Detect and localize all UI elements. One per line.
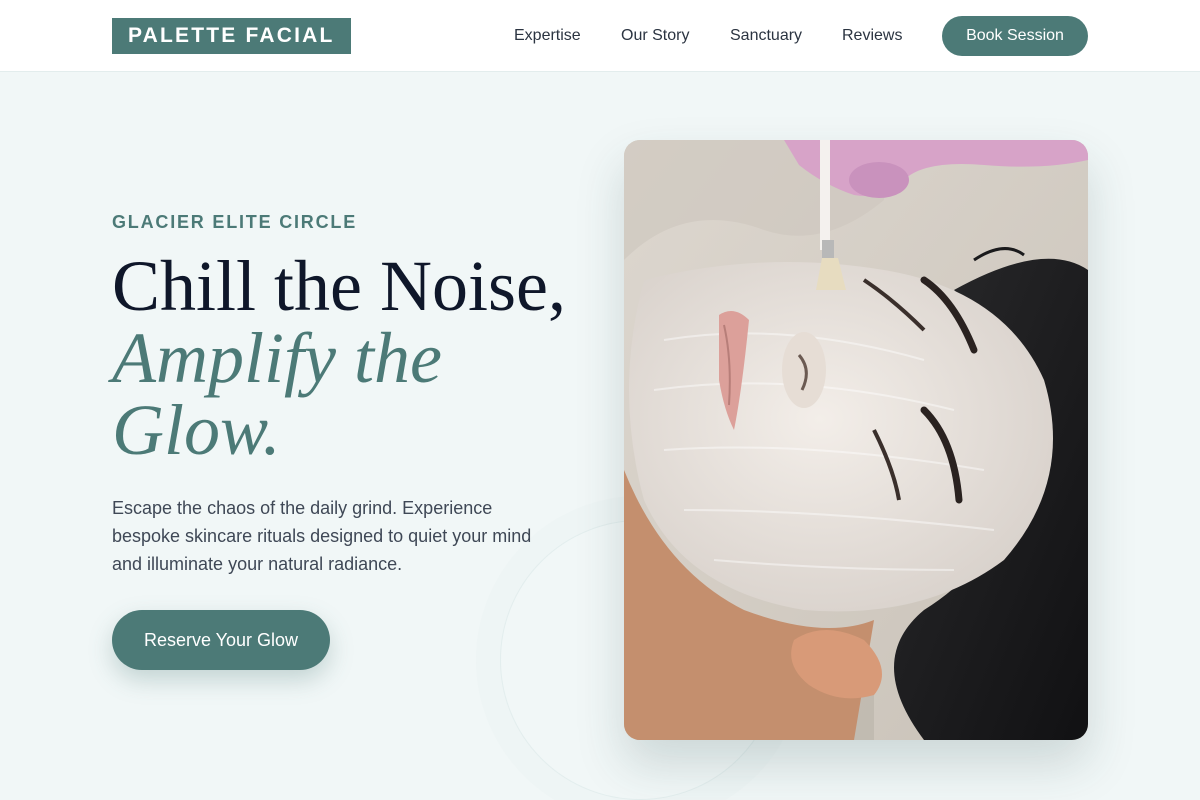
hero-headline: Chill the Noise, Amplify the Glow.	[112, 250, 612, 466]
nav-link-sanctuary[interactable]: Sanctuary	[730, 24, 802, 48]
brand-logo[interactable]: PALETTE FACIAL	[112, 18, 351, 54]
site-header: PALETTE FACIAL Expertise Our Story Sanct…	[0, 0, 1200, 72]
reserve-glow-button[interactable]: Reserve Your Glow	[112, 610, 330, 670]
book-session-button[interactable]: Book Session	[942, 16, 1088, 56]
hero-headline-accent: Amplify the Glow.	[112, 318, 442, 470]
hero-eyebrow: GLACIER ELITE CIRCLE	[112, 212, 358, 232]
nav-link-reviews[interactable]: Reviews	[842, 24, 902, 48]
hero-photo	[624, 140, 1088, 740]
facial-treatment-image	[624, 140, 1088, 740]
hero-description: Escape the chaos of the daily grind. Exp…	[112, 498, 532, 574]
nav-link-our-story[interactable]: Our Story	[621, 24, 689, 48]
nav-link-expertise[interactable]: Expertise	[514, 24, 581, 48]
hero-headline-line1: Chill the Noise,	[112, 246, 566, 326]
